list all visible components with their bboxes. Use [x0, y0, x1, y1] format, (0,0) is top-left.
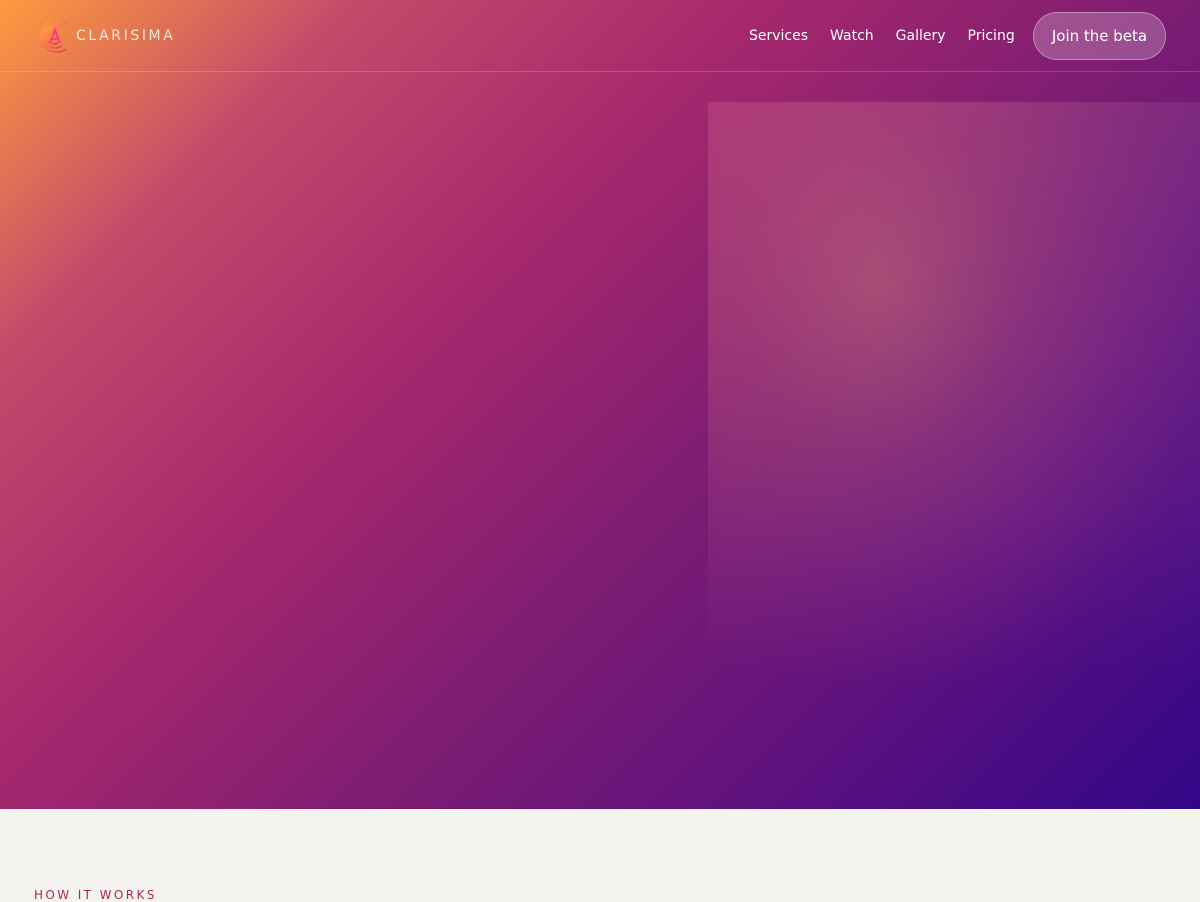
- how-it-works-section: HOW IT WORKS: [0, 809, 1200, 902]
- brand-logo[interactable]: CLARISIMA: [36, 17, 175, 55]
- nav-link-pricing[interactable]: Pricing: [968, 28, 1015, 44]
- top-navigation: CLARISIMA Services Watch Gallery Pricing…: [0, 0, 1200, 72]
- nav-link-services[interactable]: Services: [749, 28, 808, 44]
- brand-name: CLARISIMA: [76, 28, 176, 44]
- clarisima-logo-icon: [36, 17, 70, 55]
- nav-link-watch[interactable]: Watch: [830, 28, 874, 44]
- hero-media-panel: [708, 102, 1200, 678]
- hero-section: [0, 0, 1200, 809]
- nav-links: Services Watch Gallery Pricing: [738, 0, 1026, 72]
- nav-link-gallery[interactable]: Gallery: [896, 28, 946, 44]
- join-beta-button[interactable]: Join the beta: [1033, 12, 1166, 60]
